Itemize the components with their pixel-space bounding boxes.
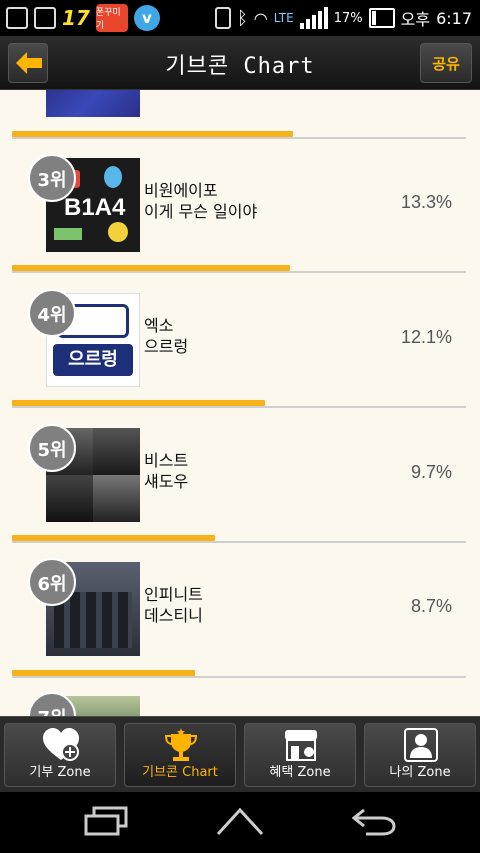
song-title: 데스티니	[144, 606, 203, 625]
notification-count: 17	[62, 6, 90, 30]
battery-icon	[368, 8, 395, 28]
back-nav-icon[interactable]	[352, 806, 396, 836]
vote-percent: 12.1%	[400, 327, 452, 347]
page-title: 기브콘 Chart	[165, 54, 315, 79]
vote-percent: 9.7%	[410, 462, 452, 482]
tab-label: 기부 Zone	[29, 765, 91, 780]
tab-label: 혜택 Zone	[269, 765, 331, 780]
tab-my-zone[interactable]: 나의 Zone	[364, 723, 476, 787]
clock: 6:17	[436, 8, 472, 28]
song-info: 인피니트 데스티니	[144, 584, 203, 626]
percent-bar	[12, 131, 293, 137]
album-cover-partial[interactable]	[46, 90, 140, 117]
artist-name: 인피니트	[144, 585, 203, 604]
rank-badge: 7위	[27, 691, 77, 716]
vote-percent: 13.3%	[400, 192, 452, 212]
bluetooth-icon: ᛒ	[236, 7, 248, 29]
status-bar: 17 폰꾸미기 v ᛒ ◠ LTE 17% 오후 6:17	[0, 0, 480, 36]
signal-icon	[299, 7, 328, 29]
profile-icon	[404, 728, 438, 762]
percent-bar	[12, 265, 290, 271]
bottom-tab-bar: 기부 Zone 기브콘 Chart 혜택 Zone 나의 Zone	[0, 716, 480, 792]
divider	[12, 137, 466, 139]
song-title: 섀도우	[144, 472, 189, 491]
app-badge: 폰꾸미기	[95, 4, 128, 32]
tab-donation-zone[interactable]: 기부 Zone	[4, 723, 116, 787]
rank-badge: 4위	[27, 288, 77, 338]
song-title: 이게 무슨 일이야	[144, 202, 258, 221]
artist-name: 비스트	[144, 451, 189, 470]
divider	[12, 676, 466, 678]
sim-icon	[214, 7, 231, 29]
divider	[12, 406, 466, 408]
heart-plus-icon	[43, 728, 79, 761]
share-button[interactable]: 공유	[420, 43, 472, 83]
song-info: 비스트 섀도우	[144, 450, 188, 492]
rank-badge: 5위	[27, 423, 77, 473]
home-icon[interactable]	[216, 806, 264, 836]
tab-benefit-zone[interactable]: 혜택 Zone	[244, 723, 356, 787]
chart-list[interactable]: B1A4 3위 비원에이포 이게 무슨 일이야 13.3% 으르렁 4위 엑소 …	[0, 90, 480, 716]
percent-bar	[12, 400, 265, 406]
download-icon	[34, 7, 56, 29]
trophy-icon	[164, 728, 198, 761]
notification-icon	[6, 7, 28, 29]
song-title: 으르렁	[144, 337, 189, 356]
recent-apps-icon[interactable]	[84, 806, 128, 836]
tab-label: 나의 Zone	[389, 765, 451, 780]
v-app-icon: v	[133, 5, 160, 31]
divider	[12, 541, 466, 543]
vote-percent: 8.7%	[410, 596, 452, 616]
lte-icon: LTE	[273, 11, 294, 25]
wifi-icon: ◠	[253, 8, 268, 28]
shop-icon	[285, 730, 317, 761]
ampm: 오후	[400, 10, 431, 29]
system-nav-bar	[0, 792, 480, 853]
artist-name: 엑소	[144, 316, 174, 335]
percent-bar	[12, 670, 195, 676]
battery-percent: 17%	[333, 10, 363, 26]
song-info: 엑소 으르렁	[144, 315, 188, 357]
divider	[12, 271, 466, 273]
percent-bar	[12, 535, 215, 541]
rank-badge: 3위	[27, 153, 77, 203]
artist-name: 비원에이포	[144, 181, 218, 200]
tab-label: 기브콘 Chart	[142, 765, 218, 780]
rank-badge: 6위	[27, 557, 77, 607]
song-info: 비원에이포 이게 무슨 일이야	[144, 180, 257, 222]
app-header: 기브콘 Chart 공유	[0, 36, 480, 90]
tab-giveon-chart[interactable]: 기브콘 Chart	[124, 723, 236, 787]
